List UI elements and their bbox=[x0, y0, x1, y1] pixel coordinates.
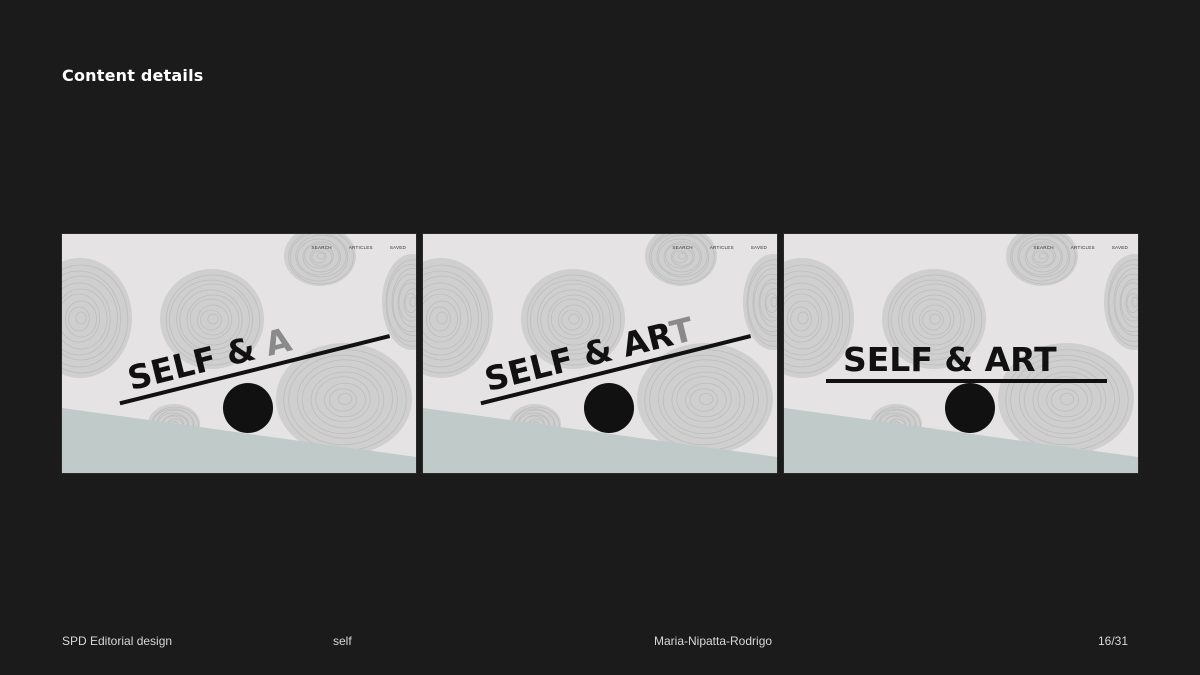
top-nav: SEARCH ARTICLES SAVED bbox=[1016, 245, 1128, 250]
nav-search[interactable]: SEARCH bbox=[672, 245, 692, 250]
mockup-illustration: SELF & ART bbox=[423, 234, 777, 473]
nav-articles[interactable]: ARTICLES bbox=[349, 245, 373, 250]
footer-page-number: 16/31 bbox=[1098, 634, 1129, 648]
nav-saved[interactable]: SAVED bbox=[390, 245, 406, 250]
mockup-illustration: SELF & A bbox=[62, 234, 416, 473]
nav-saved[interactable]: SAVED bbox=[1112, 245, 1128, 250]
footer-project: self bbox=[333, 634, 352, 648]
top-nav: SEARCH ARTICLES SAVED bbox=[655, 245, 767, 250]
nav-articles[interactable]: ARTICLES bbox=[710, 245, 734, 250]
nav-articles[interactable]: ARTICLES bbox=[1071, 245, 1095, 250]
mockup-frame-1: SELF & A SEARCH ARTICLES SAVED bbox=[61, 233, 417, 474]
headline: SELF & ART bbox=[843, 340, 1057, 379]
slide-title: Content details bbox=[62, 66, 204, 85]
mockup-frame-2: SELF & ART SEARCH ARTICLES SAVED bbox=[422, 233, 778, 474]
fulcrum-circle bbox=[945, 383, 995, 433]
nav-search[interactable]: SEARCH bbox=[1033, 245, 1053, 250]
nav-saved[interactable]: SAVED bbox=[751, 245, 767, 250]
footer-author: Maria-Nipatta-Rodrigo bbox=[654, 634, 773, 648]
nav-search[interactable]: SEARCH bbox=[311, 245, 331, 250]
footer-course: SPD Editorial design bbox=[62, 634, 173, 648]
seesaw-plank bbox=[826, 379, 1107, 383]
mockup-illustration: SELF & ART bbox=[784, 234, 1138, 473]
mockup-frame-3: SELF & ART SEARCH ARTICLES SAVED bbox=[783, 233, 1139, 474]
fulcrum-circle bbox=[584, 383, 634, 433]
headline-dark-text: SELF & ART bbox=[843, 340, 1057, 379]
fulcrum-circle bbox=[223, 383, 273, 433]
top-nav: SEARCH ARTICLES SAVED bbox=[294, 245, 406, 250]
